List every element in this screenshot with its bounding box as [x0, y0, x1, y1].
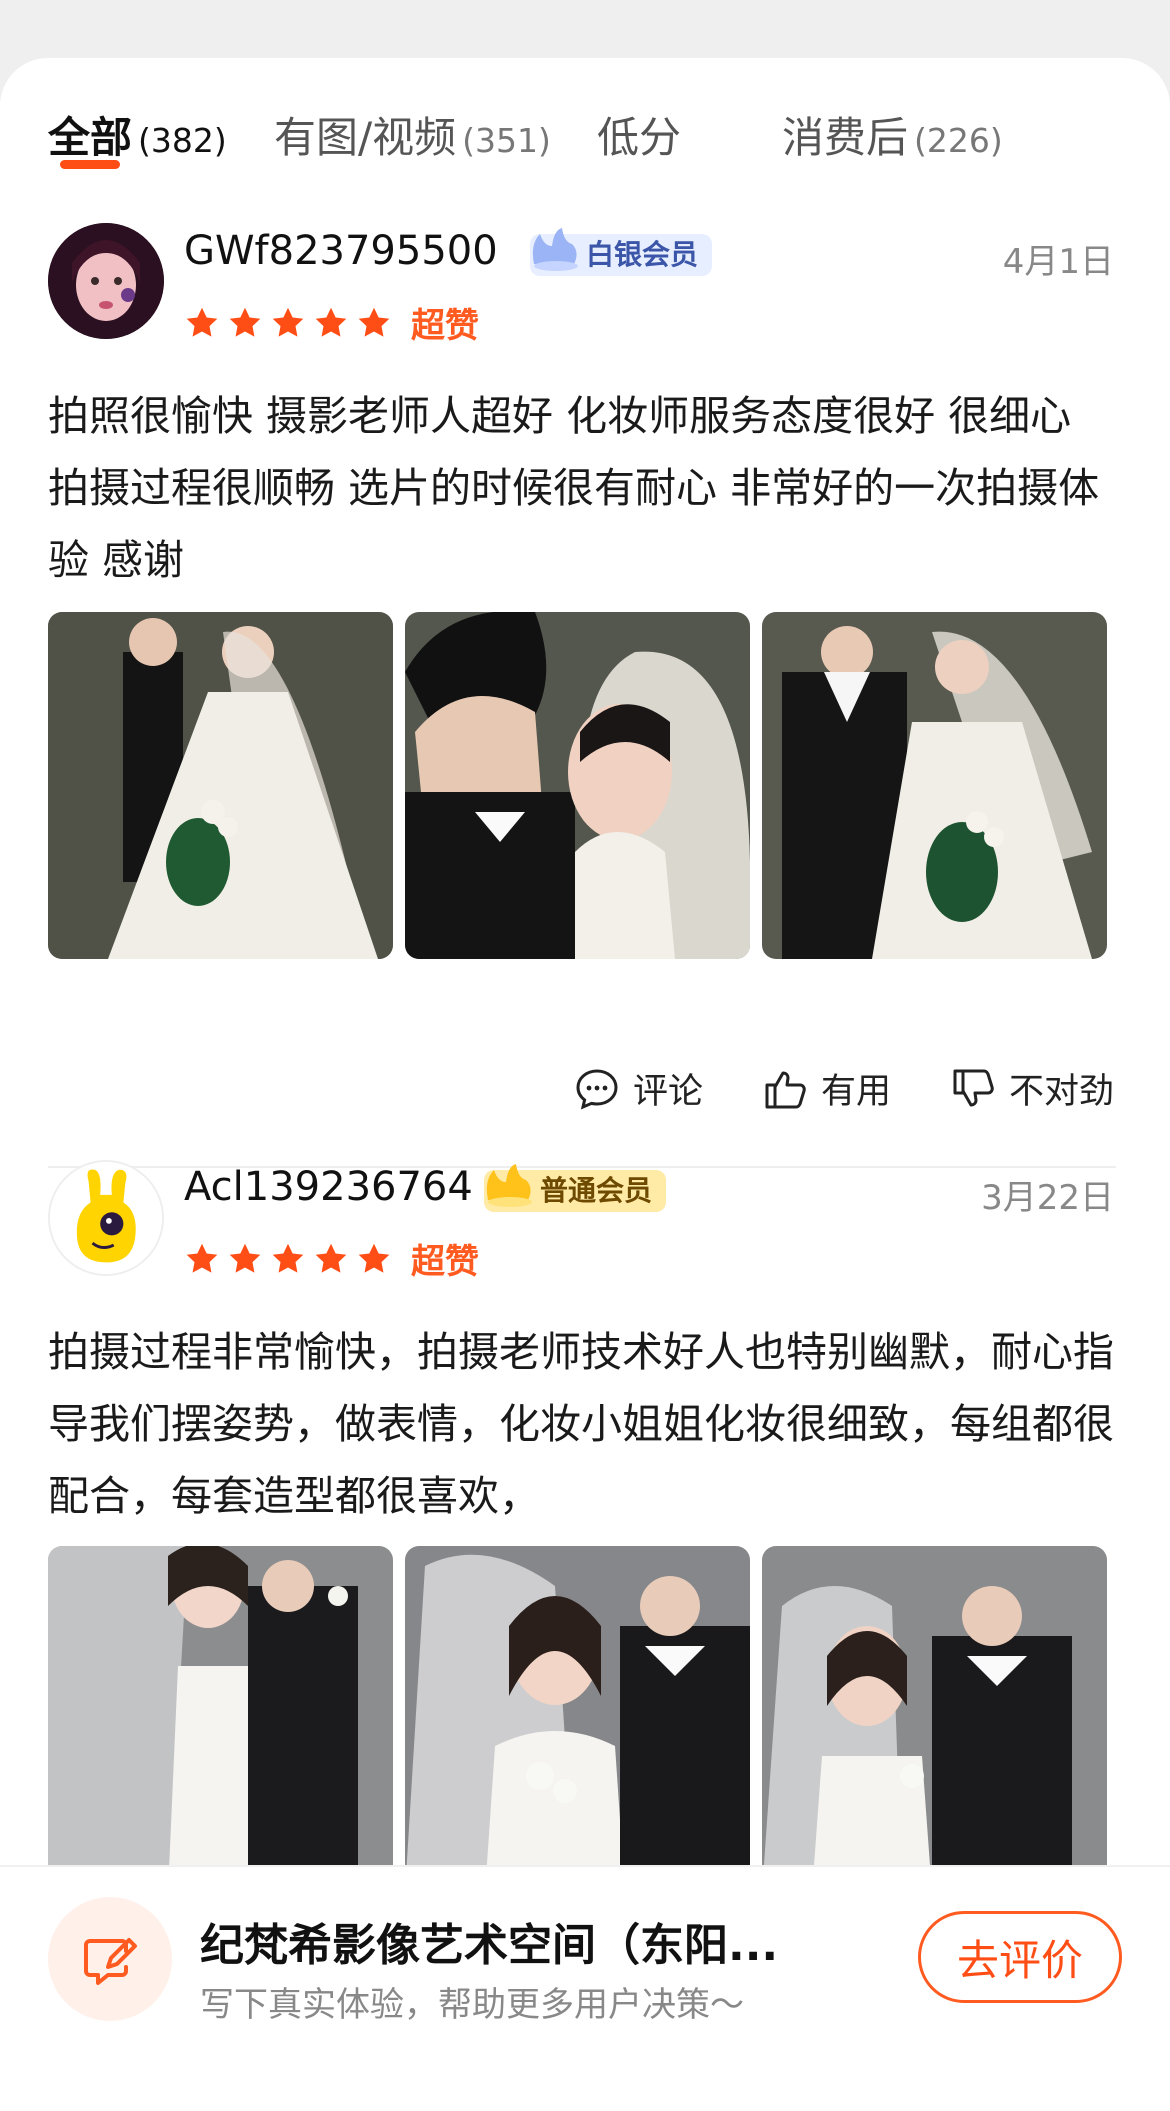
useful-label: 有用	[820, 1072, 891, 1112]
badge-label: 普通会员	[540, 1174, 653, 1207]
tab-count: (226)	[914, 121, 1003, 160]
tab-all[interactable]: 全部 (382)	[48, 104, 227, 165]
active-tab-indicator	[60, 160, 120, 169]
comment-label: 评论	[632, 1072, 703, 1112]
review-text[interactable]: 拍摄过程非常愉快，拍摄老师技术好人也特别幽默，耐心指导我们摆姿势，做表情，化妆小…	[48, 1316, 1124, 1532]
star-icon	[358, 307, 390, 337]
review-photo[interactable]	[405, 1546, 750, 1893]
write-review-bar: 纪梵希影像艺术空间（东阳... 写下真实体验，帮助更多用户决策～ 去评价	[0, 1865, 1170, 2111]
review-photo[interactable]	[48, 1546, 393, 1893]
tab-label: 消费后	[782, 113, 909, 162]
rating-word: 超赞	[411, 306, 479, 346]
star-icon	[358, 1243, 390, 1273]
review-date: 3月22日	[981, 1178, 1114, 1218]
review-photos	[48, 1546, 1107, 1893]
review-photo[interactable]	[405, 612, 750, 959]
review-photo[interactable]	[762, 1546, 1107, 1893]
username[interactable]: Acl139236764	[184, 1164, 473, 1210]
edit-review-icon[interactable]	[48, 1897, 172, 2021]
tab-after-purchase[interactable]: 消费后 (226)	[782, 104, 1003, 165]
tab-label: 有图/视频	[274, 113, 457, 162]
write-review-button[interactable]: 去评价	[918, 1911, 1122, 2003]
review-date: 4月1日	[1002, 242, 1114, 282]
tab-low-score[interactable]: 低分	[597, 104, 681, 165]
rating-word: 超赞	[411, 1242, 479, 1282]
crown-icon	[532, 228, 578, 271]
member-badge: 普通会员	[484, 1164, 667, 1212]
avatar[interactable]	[48, 223, 164, 339]
review-photo[interactable]	[762, 612, 1107, 959]
tab-media[interactable]: 有图/视频 (351)	[274, 104, 551, 165]
star-icon	[272, 307, 304, 337]
star-icon	[315, 307, 347, 337]
star-icon	[315, 1243, 347, 1273]
star-icon	[229, 307, 261, 337]
star-rating: 超赞	[184, 298, 479, 347]
thumbs-down-icon	[953, 1069, 994, 1106]
badge-label: 白银会员	[586, 238, 699, 271]
review-filter-tabs: 全部 (382) 有图/视频 (351) 低分 消费后 (226)	[0, 58, 1170, 178]
review-photo[interactable]	[48, 612, 393, 959]
review-photos	[48, 612, 1107, 959]
review-actions: 评论 有用 不对劲	[515, 1063, 1114, 1114]
avatar[interactable]	[48, 1160, 164, 1276]
crown-icon	[486, 1164, 532, 1207]
reviews-sheet: 全部 (382) 有图/视频 (351) 低分 消费后 (226) GWf823…	[0, 58, 1170, 2111]
username[interactable]: GWf823795500	[184, 228, 498, 274]
tab-count: (382)	[138, 121, 227, 160]
tab-label: 全部	[48, 113, 133, 162]
star-icon	[272, 1243, 304, 1273]
thumbs-up-icon	[765, 1071, 806, 1108]
comment-icon	[576, 1068, 618, 1110]
shop-name: 纪梵希影像艺术空间（东阳...	[200, 1920, 779, 1971]
star-rating: 超赞	[184, 1234, 479, 1283]
member-badge: 白银会员	[530, 228, 713, 276]
star-icon	[186, 307, 218, 337]
useful-button[interactable]: 有用	[761, 1063, 891, 1114]
tab-label: 低分	[597, 113, 682, 162]
not-right-label: 不对劲	[1008, 1072, 1114, 1112]
review-text[interactable]: 拍照很愉快 摄影老师人超好 化妆师服务态度很好 很细心 拍摄过程很顺畅 选片的时…	[48, 380, 1124, 596]
tab-count: (351)	[462, 121, 551, 160]
star-icon	[229, 1243, 261, 1273]
write-review-hint: 写下真实体验，帮助更多用户决策～	[200, 1985, 744, 2025]
star-icon	[186, 1243, 218, 1273]
comment-button[interactable]: 评论	[573, 1063, 703, 1114]
not-right-button[interactable]: 不对劲	[949, 1063, 1114, 1114]
